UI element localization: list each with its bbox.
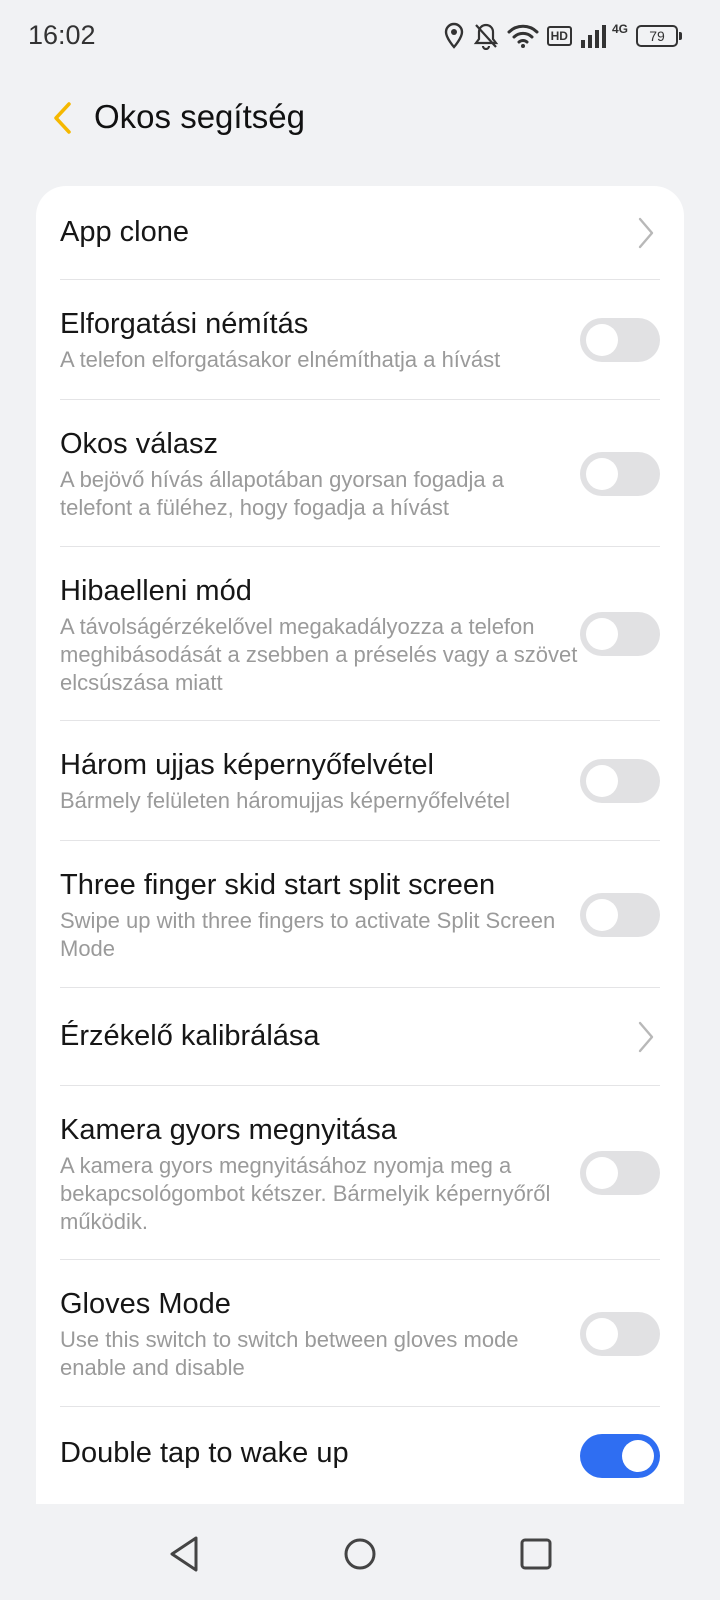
- back-triangle-icon[interactable]: [162, 1532, 206, 1576]
- toggle-knob: [586, 765, 618, 797]
- setting-title: App clone: [60, 216, 189, 248]
- signal-icon: [580, 25, 606, 48]
- chevron-right-icon: [638, 217, 654, 249]
- setting-subtitle: A bejövő hívás állapotában gyorsan fogad…: [60, 467, 504, 520]
- toggle-knob: [622, 1440, 654, 1472]
- setting-smart-answer[interactable]: Okos válasz A bejövő hívás állapotában g…: [60, 400, 660, 547]
- status-time: 16:02: [28, 20, 96, 50]
- setting-subtitle: A kamera gyors megnyitásához nyomja meg …: [60, 1153, 551, 1234]
- network-type-label: 4G: [611, 22, 628, 36]
- setting-app-clone[interactable]: App clone: [60, 186, 660, 280]
- toggle-switch[interactable]: [580, 1151, 660, 1195]
- setting-title: Érzékelő kalibrálása: [60, 1020, 320, 1052]
- setting-title: Elforgatási némítás: [60, 308, 309, 340]
- toggle-knob: [586, 899, 618, 931]
- setting-double-tap-wake[interactable]: Double tap to wake up: [60, 1407, 660, 1504]
- hd-badge: HD: [546, 26, 572, 46]
- setting-sensor-calibration[interactable]: Érzékelő kalibrálása: [60, 988, 660, 1086]
- setting-title: Double tap to wake up: [60, 1437, 349, 1469]
- toggle-switch[interactable]: [580, 893, 660, 937]
- toggle-knob: [586, 324, 618, 356]
- setting-quick-camera[interactable]: Kamera gyors megnyitása A kamera gyors m…: [60, 1086, 660, 1260]
- setting-title: Three finger skid start split screen: [60, 869, 496, 901]
- toggle-switch[interactable]: [580, 759, 660, 803]
- setting-title: Három ujjas képernyőfelvétel: [60, 749, 434, 781]
- page-title: Okos segítség: [94, 98, 305, 135]
- toggle-knob: [586, 1318, 618, 1350]
- bell-off-icon: [473, 23, 498, 50]
- home-circle-icon[interactable]: [338, 1532, 382, 1576]
- setting-title: Okos válasz: [60, 428, 218, 460]
- wifi-icon: [507, 24, 539, 48]
- chevron-right-icon: [638, 1021, 654, 1053]
- toggle-switch[interactable]: [580, 612, 660, 656]
- setting-subtitle: A távolságérzékelővel megakadályozza a t…: [60, 614, 578, 695]
- app-header: Okos segítség: [0, 88, 720, 148]
- toggle-switch[interactable]: [580, 318, 660, 362]
- status-bar: 16:02 HD 4G 79: [0, 0, 720, 72]
- setting-error-prevention[interactable]: Hibaelleni mód A távolságérzékelővel meg…: [60, 547, 660, 721]
- setting-subtitle: Use this switch to switch between gloves…: [60, 1327, 519, 1380]
- status-icons: HD 4G 79: [443, 18, 682, 54]
- navigation-bar: [0, 1504, 720, 1600]
- setting-subtitle: Swipe up with three fingers to activate …: [60, 908, 556, 961]
- setting-subtitle: A telefon elforgatásakor elnémíthatja a …: [60, 347, 501, 372]
- chevron-left-icon: [54, 102, 71, 134]
- toggle-knob: [586, 618, 618, 650]
- setting-gloves-mode[interactable]: Gloves Mode Use this switch to switch be…: [60, 1260, 660, 1407]
- toggle-knob: [586, 458, 618, 490]
- location-icon: [444, 22, 463, 49]
- toggle-switch[interactable]: [580, 1434, 660, 1478]
- setting-subtitle: Bármely felületen háromujjas képernyőfel…: [60, 788, 511, 813]
- toggle-knob: [586, 1157, 618, 1189]
- toggle-switch[interactable]: [580, 452, 660, 496]
- setting-three-finger-screenshot[interactable]: Három ujjas képernyőfelvétel Bármely fel…: [60, 721, 660, 841]
- recents-square-icon[interactable]: [514, 1532, 558, 1576]
- battery-icon: 79: [636, 25, 682, 47]
- back-button[interactable]: [44, 96, 80, 140]
- setting-title: Kamera gyors megnyitása: [60, 1114, 397, 1146]
- setting-title: Gloves Mode: [60, 1288, 231, 1320]
- setting-rotate-mute[interactable]: Elforgatási némítás A telefon elforgatás…: [60, 280, 660, 400]
- setting-three-finger-split-screen[interactable]: Three finger skid start split screen Swi…: [60, 841, 660, 988]
- settings-card: App clone Elforgatási némítás A telefon …: [36, 186, 684, 1504]
- setting-title: Hibaelleni mód: [60, 575, 252, 607]
- toggle-switch[interactable]: [580, 1312, 660, 1356]
